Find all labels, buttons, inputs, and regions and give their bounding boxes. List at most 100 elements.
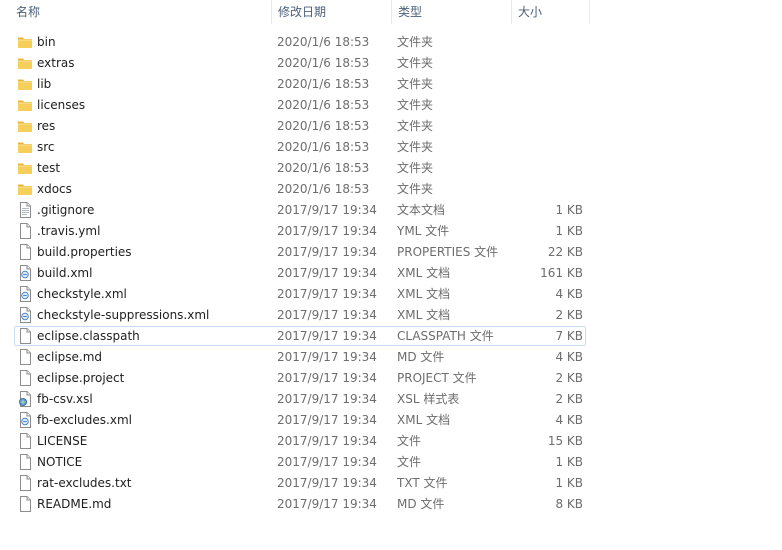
- file-icon: [17, 244, 35, 260]
- file-type: MD 文件: [397, 350, 445, 364]
- file-type: 文件夹: [397, 161, 434, 175]
- file-name: res: [37, 119, 56, 133]
- file-icon: [17, 328, 35, 344]
- file-icon: [17, 370, 35, 386]
- column-header-size[interactable]: 大小: [512, 0, 590, 24]
- file-icon: [17, 349, 35, 365]
- file-size: 4 KB: [555, 350, 583, 364]
- file-row[interactable]: xdocs 2020/1/6 18:53 文件夹: [14, 179, 586, 199]
- file-row[interactable]: rat-excludes.txt 2017/9/17 19:34 TXT 文件 1 K…: [14, 473, 586, 493]
- file-type: 文件夹: [397, 98, 434, 112]
- file-size: [515, 117, 583, 135]
- file-name: eclipse.classpath: [37, 329, 140, 343]
- file-row[interactable]: fb-csv.xsl 2017/9/17 19:34 XSL 样式表 2 KB: [14, 389, 586, 409]
- file-type: XSL 样式表: [397, 392, 460, 406]
- file-name: .travis.yml: [37, 224, 101, 238]
- file-size: 161 KB: [540, 266, 583, 280]
- file-row[interactable]: NOTICE 2017/9/17 19:34 文件 1 KB: [14, 452, 586, 472]
- folder-icon: [17, 118, 35, 134]
- file-row[interactable]: fb-excludes.xml 2017/9/17 19:34 XML 文档 4 KB: [14, 410, 586, 430]
- file-name: fb-excludes.xml: [37, 413, 132, 427]
- file-row[interactable]: extras 2020/1/6 18:53 文件夹: [14, 53, 586, 73]
- file-name: .gitignore: [37, 203, 95, 217]
- file-modified-date: 2020/1/6 18:53: [277, 182, 370, 196]
- file-name: lib: [37, 77, 52, 91]
- file-type: MD 文件: [397, 497, 445, 511]
- file-modified-date: 2020/1/6 18:53: [277, 98, 370, 112]
- file-type: XML 文档: [397, 266, 451, 280]
- file-row[interactable]: .gitignore 2017/9/17 19:34 文本文档 1 KB: [14, 200, 586, 220]
- file-type: CLASSPATH 文件: [397, 329, 494, 343]
- file-modified-date: 2017/9/17 19:34: [277, 413, 377, 427]
- file-row[interactable]: eclipse.md 2017/9/17 19:34 MD 文件 4 KB: [14, 347, 586, 367]
- file-size: 22 KB: [547, 245, 583, 259]
- xml-file-icon: [17, 265, 35, 281]
- file-icon: [17, 496, 35, 512]
- file-row[interactable]: checkstyle.xml 2017/9/17 19:34 XML 文档 4 KB: [14, 284, 586, 304]
- file-modified-date: 2017/9/17 19:34: [277, 434, 377, 448]
- file-icon: [17, 433, 35, 449]
- file-size: 2 KB: [555, 392, 583, 406]
- file-type: 文件夹: [397, 182, 434, 196]
- file-row[interactable]: src 2020/1/6 18:53 文件夹: [14, 137, 586, 157]
- file-name: fb-csv.xsl: [37, 392, 93, 406]
- file-row[interactable]: eclipse.project 2017/9/17 19:34 PROJECT 文件…: [14, 368, 586, 388]
- file-type: XML 文档: [397, 287, 451, 301]
- column-header-type[interactable]: 类型: [392, 0, 512, 24]
- file-modified-date: 2017/9/17 19:34: [277, 329, 377, 343]
- folder-icon: [17, 34, 35, 50]
- file-type: PROJECT 文件: [397, 371, 477, 385]
- file-size: [515, 180, 583, 198]
- file-row[interactable]: lib 2020/1/6 18:53 文件夹: [14, 74, 586, 94]
- xml-file-icon: [17, 412, 35, 428]
- file-row[interactable]: checkstyle-suppressions.xml 2017/9/17 19:…: [14, 305, 586, 325]
- file-icon: [17, 223, 35, 239]
- column-header-name[interactable]: 名称 ˄: [10, 0, 272, 24]
- file-modified-date: 2017/9/17 19:34: [277, 371, 377, 385]
- column-header-size-label: 大小: [518, 5, 543, 19]
- file-size: 1 KB: [555, 476, 583, 490]
- text-file-icon: [17, 202, 35, 218]
- file-row[interactable]: res 2020/1/6 18:53 文件夹: [14, 116, 586, 136]
- file-name: checkstyle.xml: [37, 287, 127, 301]
- file-row[interactable]: licenses 2020/1/6 18:53 文件夹: [14, 95, 586, 115]
- file-row[interactable]: build.properties 2017/9/17 19:34 PROPERTIE…: [14, 242, 586, 262]
- file-modified-date: 2017/9/17 19:34: [277, 350, 377, 364]
- file-row[interactable]: test 2020/1/6 18:53 文件夹: [14, 158, 586, 178]
- file-row[interactable]: eclipse.classpath 2017/9/17 19:34 CLASSPAT…: [14, 326, 586, 346]
- xml-file-icon: [17, 286, 35, 302]
- file-size: 8 KB: [555, 497, 583, 511]
- file-type: 文件夹: [397, 140, 434, 154]
- file-type: 文件: [397, 434, 422, 448]
- xsl-file-icon: [17, 391, 35, 407]
- column-header-name-label: 名称: [16, 5, 41, 19]
- column-header-date[interactable]: 修改日期: [272, 0, 392, 24]
- file-name: checkstyle-suppressions.xml: [37, 308, 210, 322]
- file-size: 1 KB: [555, 203, 583, 217]
- file-modified-date: 2017/9/17 19:34: [277, 476, 377, 490]
- file-name: src: [37, 140, 55, 154]
- file-size: 15 KB: [547, 434, 583, 448]
- file-row[interactable]: build.xml 2017/9/17 19:34 XML 文档 161 KB: [14, 263, 586, 283]
- file-name: rat-excludes.txt: [37, 476, 132, 490]
- file-type: 文件夹: [397, 77, 434, 91]
- column-header-type-label: 类型: [398, 5, 423, 19]
- file-row[interactable]: .travis.yml 2017/9/17 19:34 YML 文件 1 KB: [14, 221, 586, 241]
- file-row[interactable]: README.md 2017/9/17 19:34 MD 文件 8 KB: [14, 494, 586, 514]
- file-modified-date: 2017/9/17 19:34: [277, 308, 377, 322]
- file-modified-date: 2020/1/6 18:53: [277, 35, 370, 49]
- file-icon: [17, 454, 35, 470]
- folder-icon: [17, 181, 35, 197]
- file-name: LICENSE: [37, 434, 88, 448]
- file-name: eclipse.md: [37, 350, 103, 364]
- file-name: xdocs: [37, 182, 72, 196]
- file-row[interactable]: bin 2020/1/6 18:53 文件夹: [14, 32, 586, 52]
- file-size: 4 KB: [555, 287, 583, 301]
- file-type: 文件夹: [397, 56, 434, 70]
- file-modified-date: 2020/1/6 18:53: [277, 77, 370, 91]
- file-modified-date: 2017/9/17 19:34: [277, 224, 377, 238]
- file-size: 4 KB: [555, 413, 583, 427]
- file-name: bin: [37, 35, 56, 49]
- file-type: PROPERTIES 文件: [397, 245, 499, 259]
- file-row[interactable]: LICENSE 2017/9/17 19:34 文件 15 KB: [14, 431, 586, 451]
